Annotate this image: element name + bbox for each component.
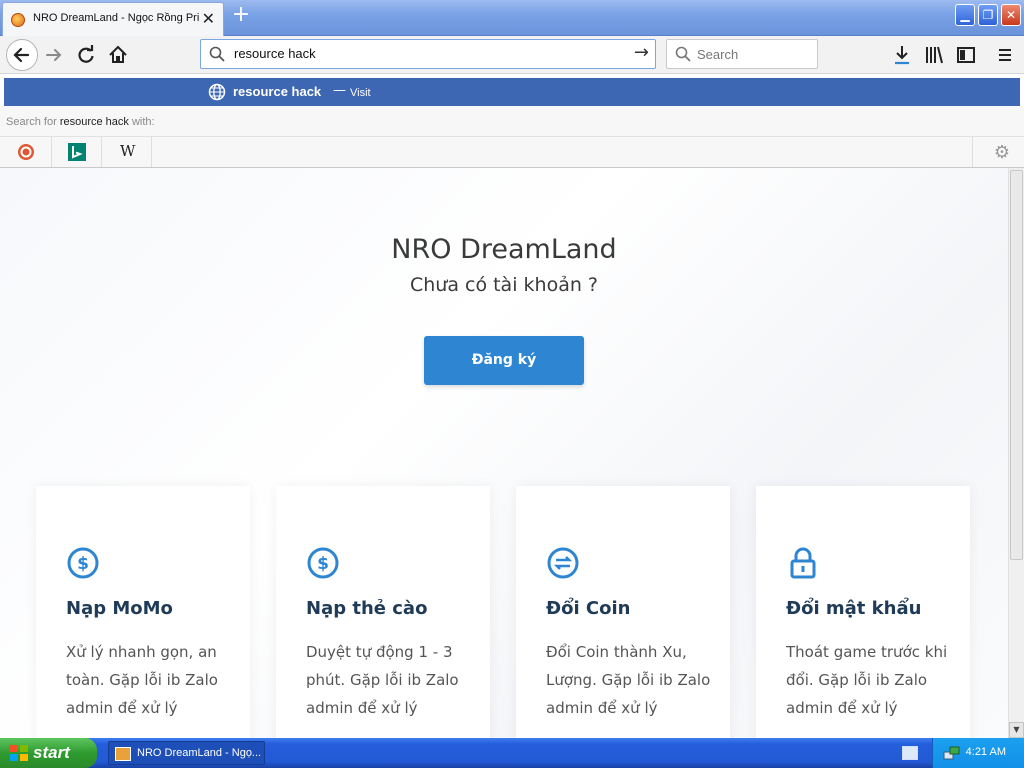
search-for-label: Search for resource hack with: [6, 116, 155, 128]
card-description: Xử lý nhanh gọn, an toàn. Gặp lỗi ib Zal… [66, 643, 218, 717]
browser-tab[interactable]: NRO DreamLand - Ngọc Rồng Private ✕ [2, 2, 224, 36]
taskbar: start NRO DreamLand - Ngọ... 4:21 AM [0, 738, 1024, 768]
card-description: Đổi Coin thành Xu, Lượng. Gặp lỗi ib Zal… [546, 643, 711, 717]
reload-icon [78, 45, 94, 63]
address-bar[interactable]: resource hack → [200, 39, 656, 69]
gear-icon: ⚙ [993, 142, 1010, 163]
wikipedia-icon: W [120, 142, 136, 160]
card-change-password[interactable]: Đổi mật khẩu Thoát game trước khi đổi. G… [756, 486, 970, 738]
close-tab-icon[interactable]: ✕ [202, 10, 215, 28]
search-placeholder: Search [697, 47, 739, 62]
page-scrollbar[interactable]: ▼ [1008, 168, 1024, 738]
go-arrow-icon[interactable]: → [634, 42, 649, 63]
restore-button[interactable]: ❐ [978, 4, 998, 26]
back-arrow-icon [13, 47, 30, 63]
search-for-prefix: Search for [6, 116, 57, 128]
start-label: start [33, 743, 70, 762]
search-settings-button[interactable]: ⚙ [972, 137, 1024, 167]
search-engine-list: W ⚙ [0, 136, 1024, 167]
network-icon[interactable] [943, 744, 961, 762]
home-button[interactable] [104, 42, 132, 68]
minimize-button[interactable]: ▁ [955, 4, 975, 26]
library-button[interactable] [920, 42, 948, 68]
register-button[interactable]: Đăng ký [424, 336, 584, 385]
suggestion-text: resource hack [233, 84, 322, 99]
forward-button[interactable] [40, 42, 68, 68]
sidebar-button[interactable] [952, 42, 980, 68]
menu-button[interactable] [991, 42, 1019, 68]
web-page: NRO DreamLand Chưa có tài khoản ? Đăng k… [0, 168, 1008, 738]
lock-icon [790, 547, 816, 579]
card-exchange-coin[interactable]: Đổi Coin Đổi Coin thành Xu, Lượng. Gặp l… [516, 486, 730, 738]
scrollbar-thumb[interactable] [1010, 170, 1023, 560]
dollar-circle-icon: $ [67, 547, 99, 579]
download-icon [895, 46, 909, 65]
system-tray: 4:21 AM [932, 738, 1024, 768]
sidebar-icon [957, 47, 975, 63]
taskbar-firefox-window[interactable]: NRO DreamLand - Ngọ... [108, 741, 265, 765]
bing-icon [68, 143, 86, 161]
search-bar[interactable]: Search [666, 39, 818, 69]
dollar-circle-icon: $ [307, 547, 339, 579]
keyboard-icon[interactable] [902, 746, 918, 760]
windows-logo-icon [10, 745, 28, 761]
home-icon [109, 45, 127, 63]
new-tab-button[interactable]: + [230, 4, 252, 28]
wikipedia-engine-button[interactable]: W [102, 137, 152, 167]
library-icon [926, 46, 943, 64]
downloads-button[interactable] [888, 42, 916, 68]
taskbar-window-label: NRO DreamLand - Ngọ... [137, 747, 262, 759]
back-button[interactable] [6, 39, 38, 71]
duckduckgo-icon [18, 144, 34, 160]
search-icon [209, 46, 225, 62]
suggestion-separator: — [333, 83, 346, 98]
card-momo[interactable]: $ Nạp MoMo Xử lý nhanh gọn, an toàn. Gặp… [36, 486, 250, 738]
start-button[interactable]: start [0, 738, 97, 768]
close-window-button[interactable]: ✕ [1001, 4, 1021, 26]
url-suggestion-row[interactable]: resource hack — Visit [4, 78, 1020, 106]
browser-window-icon [115, 747, 131, 761]
svg-text:$: $ [77, 554, 89, 574]
search-icon [675, 46, 691, 62]
site-favicon-icon [11, 13, 25, 27]
suggestion-action: Visit [350, 87, 371, 99]
duckduckgo-engine-button[interactable] [0, 137, 52, 167]
card-description: Duyệt tự động 1 - 3 phút. Gặp lỗi ib Zal… [306, 643, 459, 717]
forward-arrow-icon [46, 49, 62, 61]
title-bar: NRO DreamLand - Ngọc Rồng Private ✕ + ▁ … [0, 0, 1024, 36]
bing-engine-button[interactable] [52, 137, 102, 167]
card-description: Thoát game trước khi đổi. Gặp lỗi ib Zal… [786, 643, 948, 717]
card-title: Nạp thẻ cào [306, 598, 428, 619]
tab-title: NRO DreamLand - Ngọc Rồng Private [33, 12, 199, 24]
card-title: Nạp MoMo [66, 598, 173, 619]
address-input-value[interactable]: resource hack [234, 46, 316, 61]
search-for-term: resource hack [59, 116, 129, 128]
card-title: Đổi Coin [546, 598, 631, 619]
page-title: NRO DreamLand [391, 234, 617, 265]
hamburger-menu-icon [999, 49, 1011, 61]
svg-text:$: $ [317, 554, 329, 574]
page-subtitle: Chưa có tài khoản ? [409, 274, 599, 296]
exchange-circle-icon [547, 547, 579, 579]
navigation-toolbar: resource hack → Search [0, 36, 1024, 74]
card-phone-card[interactable]: $ Nạp thẻ cào Duyệt tự động 1 - 3 phút. … [276, 486, 490, 738]
scroll-down-arrow-icon[interactable]: ▼ [1009, 722, 1024, 738]
search-for-suffix: with: [131, 116, 155, 128]
card-title: Đổi mật khẩu [786, 598, 922, 619]
globe-icon [208, 83, 226, 101]
reload-button[interactable] [72, 42, 100, 68]
clock: 4:21 AM [965, 746, 1006, 758]
